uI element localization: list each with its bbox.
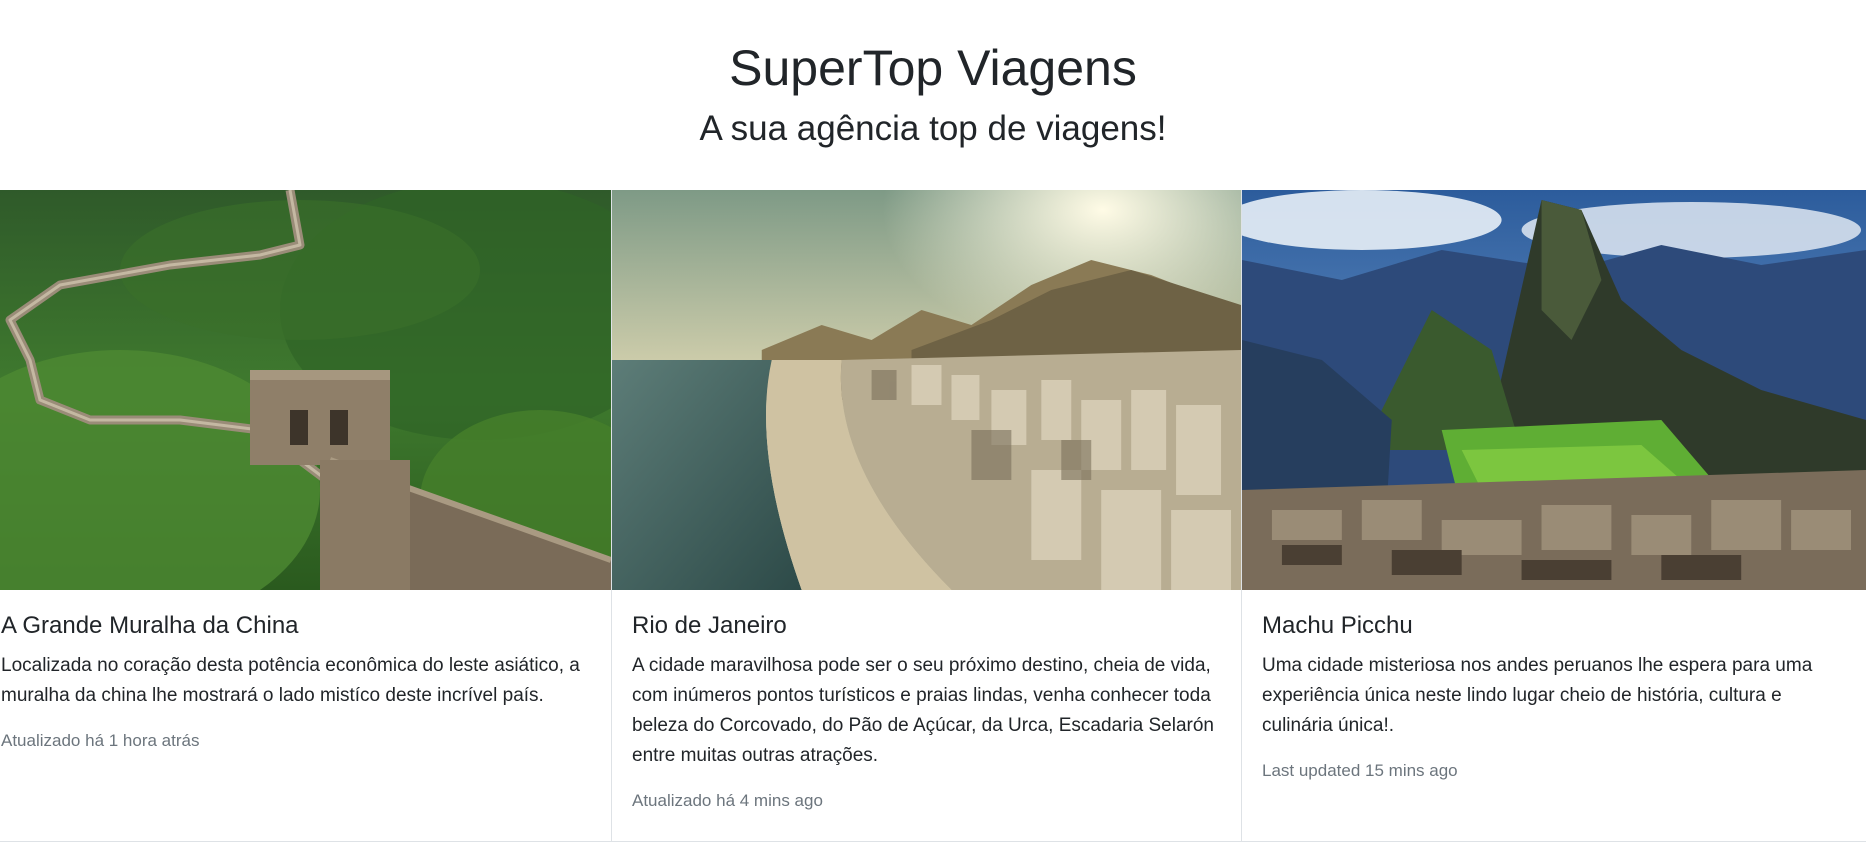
card-updated-text: Atualizado há 1 hora atrás [1,731,200,750]
destination-card-group: A Grande Muralha da China Localizada no … [0,190,1866,842]
card-description: Localizada no coração desta potência eco… [1,655,580,706]
great-wall-image [0,190,611,590]
card-title: Rio de Janeiro [632,612,787,639]
site-title: SuperTop Viagens [729,40,1137,96]
destination-card-great-wall: A Grande Muralha da China Localizada no … [0,190,611,841]
card-updated-text: Last updated 15 mins ago [1262,761,1458,780]
rio-de-janeiro-image [612,190,1241,590]
card-title: A Grande Muralha da China [1,612,299,639]
card-description: A cidade maravilhosa pode ser o seu próx… [632,655,1214,766]
destination-card-rio-de-janeiro: Rio de Janeiro A cidade maravilhosa pode… [611,190,1241,841]
card-description: Uma cidade misteriosa nos andes peruanos… [1262,655,1813,736]
card-title: Machu Picchu [1262,612,1413,639]
card-updated-text: Atualizado há 4 mins ago [632,791,823,810]
page-header: SuperTop Viagens A sua agência top de vi… [0,0,1866,190]
destination-card-machu-picchu: Machu Picchu Uma cidade misteriosa nos a… [1241,190,1866,841]
site-subtitle: A sua agência top de viagens! [699,109,1167,148]
machu-picchu-image [1242,190,1866,590]
